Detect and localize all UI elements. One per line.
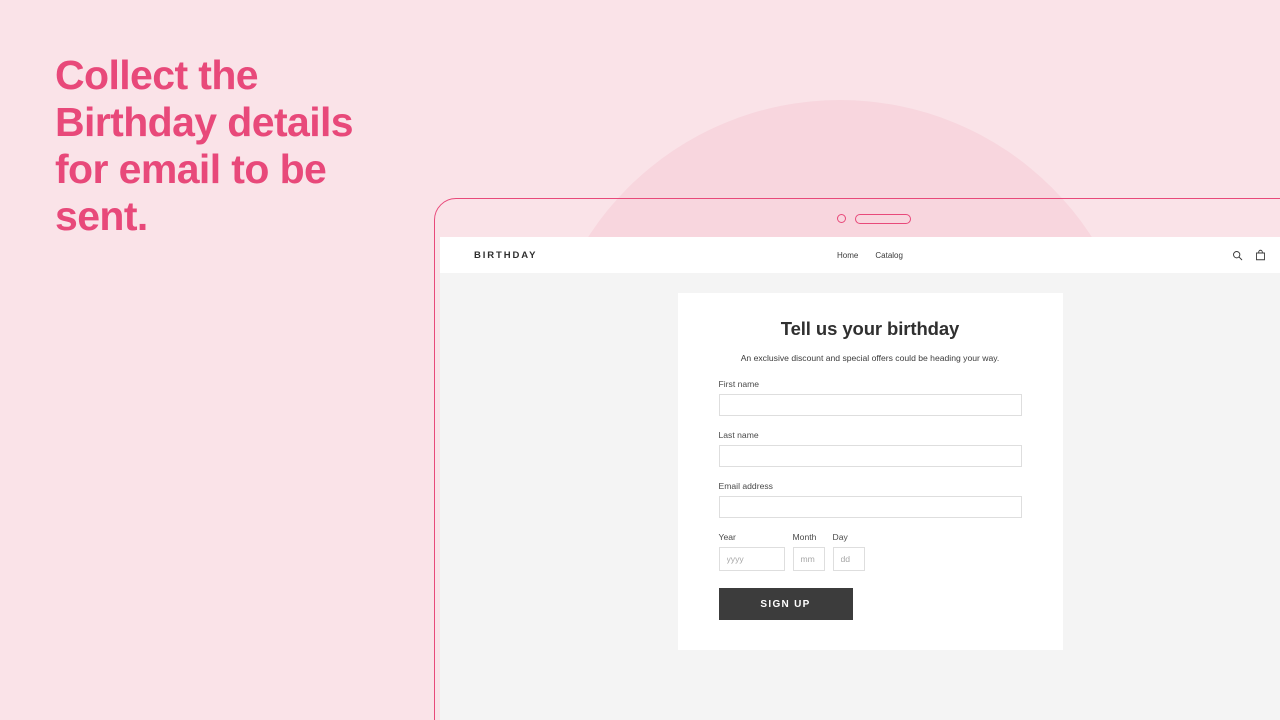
- field-group-first-name: First name: [718, 379, 1022, 416]
- nav-link-catalog[interactable]: Catalog: [875, 251, 903, 260]
- form-title: Tell us your birthday: [780, 318, 960, 339]
- tablet-top-bezel: [435, 199, 1280, 238]
- store-page-body: Tell us your birthday An exclusive disco…: [440, 273, 1280, 720]
- site-navbar: BIRTHDAY Home Catalog: [440, 237, 1280, 273]
- label-first-name: First name: [718, 379, 760, 389]
- speaker-pill-icon: [855, 213, 911, 224]
- field-group-email-address: Email address: [718, 481, 1022, 518]
- screenshot-stage: Collect the Birthday details for email t…: [0, 0, 1280, 720]
- birthday-form-card: Tell us your birthday An exclusive disco…: [677, 293, 1063, 650]
- tablet-screen: BIRTHDAY Home Catalog Tell us your birth…: [440, 237, 1280, 720]
- shopping-bag-icon[interactable]: [1255, 249, 1266, 261]
- year-input[interactable]: [718, 547, 785, 571]
- label-last-name: Last name: [718, 430, 759, 440]
- first-name-input[interactable]: [718, 394, 1022, 416]
- camera-dot-icon: [837, 214, 846, 223]
- nav-link-home[interactable]: Home: [837, 251, 858, 260]
- sign-up-button[interactable]: SIGN UP: [718, 588, 853, 620]
- promo-heading: Collect the Birthday details for email t…: [55, 52, 354, 239]
- field-group-last-name: Last name: [718, 430, 1022, 467]
- field-group-month: Month: [792, 532, 825, 571]
- month-input[interactable]: [792, 547, 825, 571]
- nav-icon-group: [1232, 249, 1266, 261]
- label-year: Year: [718, 532, 736, 542]
- label-day: Day: [832, 532, 848, 542]
- site-brand-logo[interactable]: BIRTHDAY: [474, 250, 537, 261]
- field-group-year: Year: [718, 532, 785, 571]
- birthday-date-row: Year Month Day: [718, 532, 1022, 571]
- day-input[interactable]: [832, 547, 865, 571]
- search-icon[interactable]: [1232, 250, 1243, 261]
- form-subtitle: An exclusive discount and special offers…: [740, 353, 1000, 363]
- field-group-day: Day: [832, 532, 865, 571]
- label-email-address: Email address: [718, 481, 773, 491]
- nav-links: Home Catalog: [440, 251, 1280, 260]
- last-name-input[interactable]: [718, 445, 1022, 467]
- email-address-input[interactable]: [718, 496, 1022, 518]
- promo-panel: Collect the Birthday details for email t…: [55, 52, 385, 240]
- label-month: Month: [792, 532, 817, 542]
